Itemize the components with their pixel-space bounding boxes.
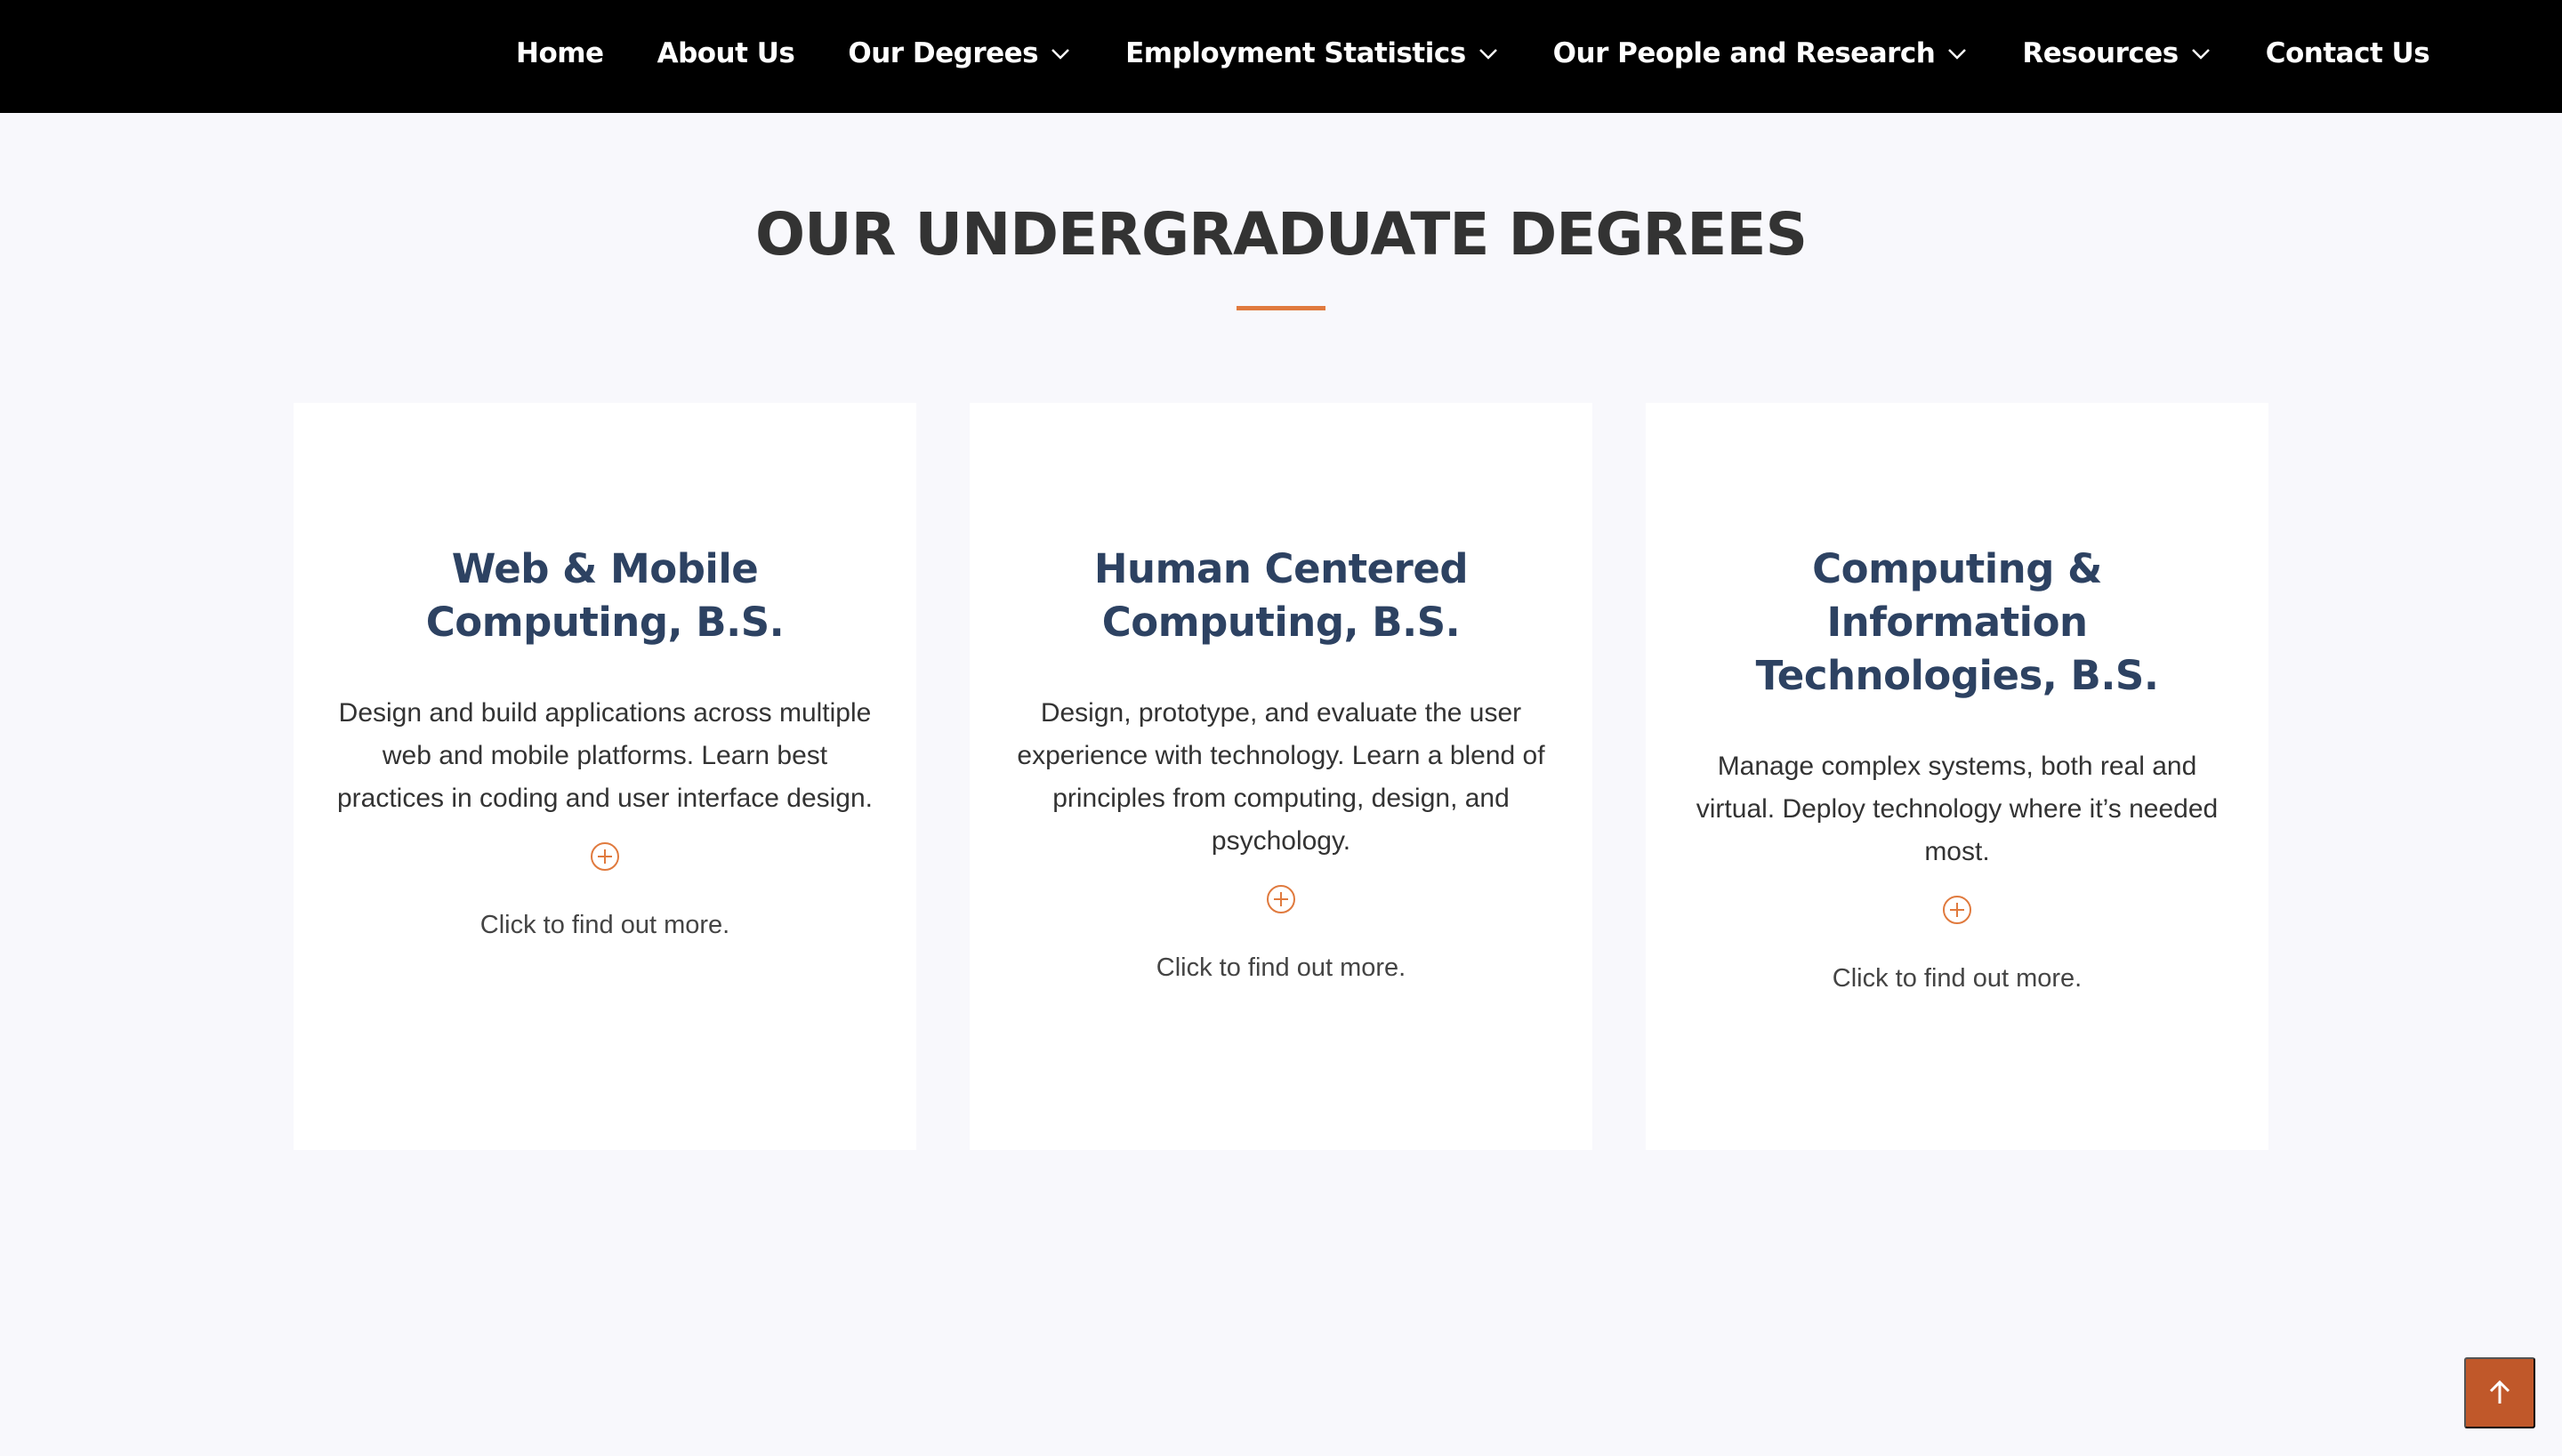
nav-item-label: Employment Statistics xyxy=(1125,37,1466,69)
degree-description: Design and build applications across mul… xyxy=(336,698,874,813)
plus-circle-icon[interactable] xyxy=(1942,895,1972,925)
degree-card-human-centered[interactable]: Human Centered Computing, B.S. Design, p… xyxy=(970,403,1592,1150)
nav-item-contact-us[interactable]: Contact Us xyxy=(2265,37,2430,69)
chevron-down-icon xyxy=(1946,45,1969,61)
plus-circle-icon[interactable] xyxy=(590,841,620,872)
chevron-down-icon xyxy=(1049,45,1072,61)
degree-title: Computing & Information Technologies, B.… xyxy=(1755,545,2159,699)
nav-item-label: Our Degrees xyxy=(848,37,1039,69)
main-nav: Home About Us Our Degrees Employment Sta… xyxy=(516,0,2430,107)
chevron-down-icon xyxy=(2189,45,2212,61)
degree-title: Human Centered Computing, B.S. xyxy=(1093,545,1469,646)
nav-item-label: Our People and Research xyxy=(1552,37,1936,69)
chevron-down-icon xyxy=(1477,45,1500,61)
scroll-to-top-button[interactable] xyxy=(2464,1357,2535,1428)
plus-circle-icon[interactable] xyxy=(1266,884,1296,914)
nav-item-label: Home xyxy=(516,37,604,69)
find-out-more-link[interactable]: Click to find out more. xyxy=(1680,961,2235,996)
top-navigation-bar: Home About Us Our Degrees Employment Sta… xyxy=(0,0,2562,113)
degree-description: Design, prototype, and evaluate the user… xyxy=(1017,698,1545,856)
nav-item-resources[interactable]: Resources xyxy=(2022,37,2212,69)
degree-card-computing-it[interactable]: Computing & Information Technologies, B.… xyxy=(1646,403,2268,1150)
arrow-up-icon xyxy=(2489,1380,2510,1404)
title-underline xyxy=(1237,306,1325,310)
section-title: OUR UNDERGRADUATE DEGREES xyxy=(754,200,1808,269)
nav-item-home[interactable]: Home xyxy=(516,37,604,69)
find-out-more-link[interactable]: Click to find out more. xyxy=(1003,950,1559,985)
nav-item-employment-statistics[interactable]: Employment Statistics xyxy=(1125,37,1500,69)
degree-title: Web & Mobile Computing, B.S. xyxy=(425,545,785,646)
nav-item-label: Resources xyxy=(2022,37,2179,69)
nav-item-our-people-and-research[interactable]: Our People and Research xyxy=(1553,37,1970,69)
degree-description: Manage complex systems, both real and vi… xyxy=(1696,752,2219,866)
nav-item-our-degrees[interactable]: Our Degrees xyxy=(848,37,1072,69)
nav-item-about-us[interactable]: About Us xyxy=(657,37,795,69)
nav-item-label: About Us xyxy=(657,37,795,69)
nav-item-label: Contact Us xyxy=(2265,37,2430,69)
degree-card-web-mobile[interactable]: Web & Mobile Computing, B.S. Design and … xyxy=(294,403,916,1150)
find-out-more-link[interactable]: Click to find out more. xyxy=(327,907,882,943)
